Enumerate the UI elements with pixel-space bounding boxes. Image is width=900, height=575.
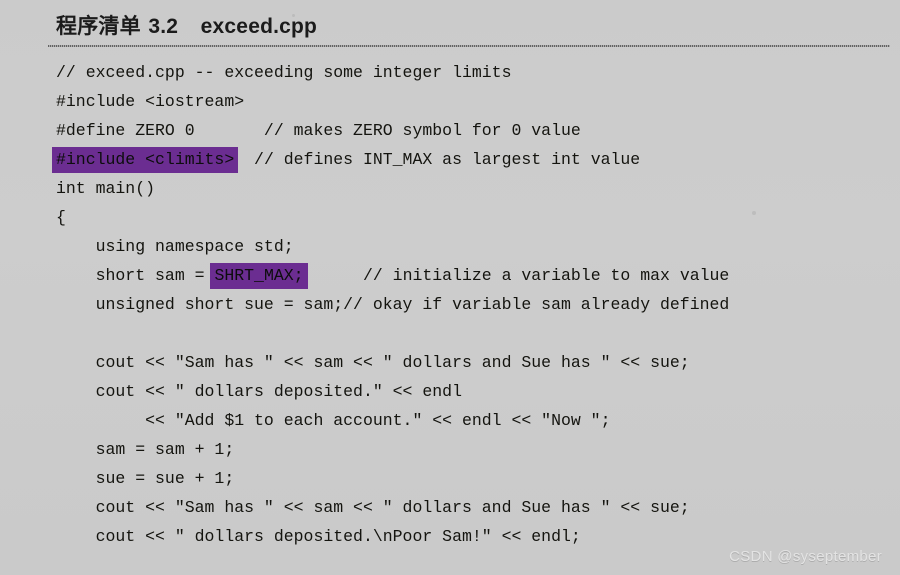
listing-number: 3.2 <box>148 15 179 38</box>
code-text: #define ZERO 0 // makes ZERO symbol for … <box>56 121 581 140</box>
code-line: sue = sue + 1; <box>56 464 896 493</box>
code-line: using namespace std; <box>56 232 896 261</box>
code-block: // exceed.cpp -- exceeding some integer … <box>52 58 896 551</box>
code-text: // defines INT_MAX as largest int value <box>234 150 641 169</box>
code-line: int main() <box>56 174 896 203</box>
code-highlight: #include <climits> <box>52 147 239 173</box>
code-text: using namespace std; <box>56 237 294 256</box>
page-title: 程序清单 3.2 exceed.cpp <box>56 12 876 41</box>
code-line: cout << " dollars deposited." << endl <box>56 377 896 406</box>
code-text: sue = sue + 1; <box>56 469 235 488</box>
code-highlight: SHRT_MAX; <box>210 263 308 289</box>
code-line: sam = sam + 1; <box>56 435 896 464</box>
code-line: #include <iostream> <box>56 87 896 116</box>
code-text: cout << " dollars deposited.\nPoor Sam!"… <box>56 527 581 546</box>
listing-page: 程序清单 3.2 exceed.cpp // exceed.cpp -- exc… <box>0 0 900 575</box>
code-text: short sam = <box>56 266 215 285</box>
code-line: short sam = SHRT_MAX; // initialize a va… <box>56 261 896 290</box>
code-line: #include <climits> // defines INT_MAX as… <box>52 145 896 174</box>
code-text: cout << " dollars deposited." << endl <box>56 382 462 401</box>
code-text: // exceed.cpp -- exceeding some integer … <box>56 63 512 82</box>
code-line: { <box>56 203 896 232</box>
code-line: // exceed.cpp -- exceeding some integer … <box>56 58 896 87</box>
code-text: // initialize a variable to max value <box>303 266 730 285</box>
code-line: cout << "Sam has " << sam << " dollars a… <box>56 348 896 377</box>
code-line: cout << "Sam has " << sam << " dollars a… <box>56 493 896 522</box>
code-line: << "Add $1 to each account." << endl << … <box>56 406 896 435</box>
code-line: cout << " dollars deposited.\nPoor Sam!"… <box>56 522 896 551</box>
listing-filename: exceed.cpp <box>200 15 318 38</box>
code-line: unsigned short sue = sam;// okay if vari… <box>56 290 896 319</box>
code-text: int main() <box>56 179 156 198</box>
title-divider <box>48 45 890 47</box>
code-text: unsigned short sue = sam;// okay if vari… <box>56 295 730 314</box>
watermark: CSDN @syseptember <box>729 548 882 565</box>
code-line: #define ZERO 0 // makes ZERO symbol for … <box>56 116 896 145</box>
code-text: cout << "Sam has " << sam << " dollars a… <box>56 353 690 372</box>
code-text: { <box>56 208 66 227</box>
listing-header: 程序清单 3.2 exceed.cpp <box>56 12 876 41</box>
code-text: << "Add $1 to each account." << endl << … <box>56 411 611 430</box>
code-text: #include <iostream> <box>56 92 245 111</box>
code-text: cout << "Sam has " << sam << " dollars a… <box>56 498 690 517</box>
code-text: sam = sam + 1; <box>56 440 235 459</box>
listing-label-cn: 程序清单 <box>56 14 141 38</box>
